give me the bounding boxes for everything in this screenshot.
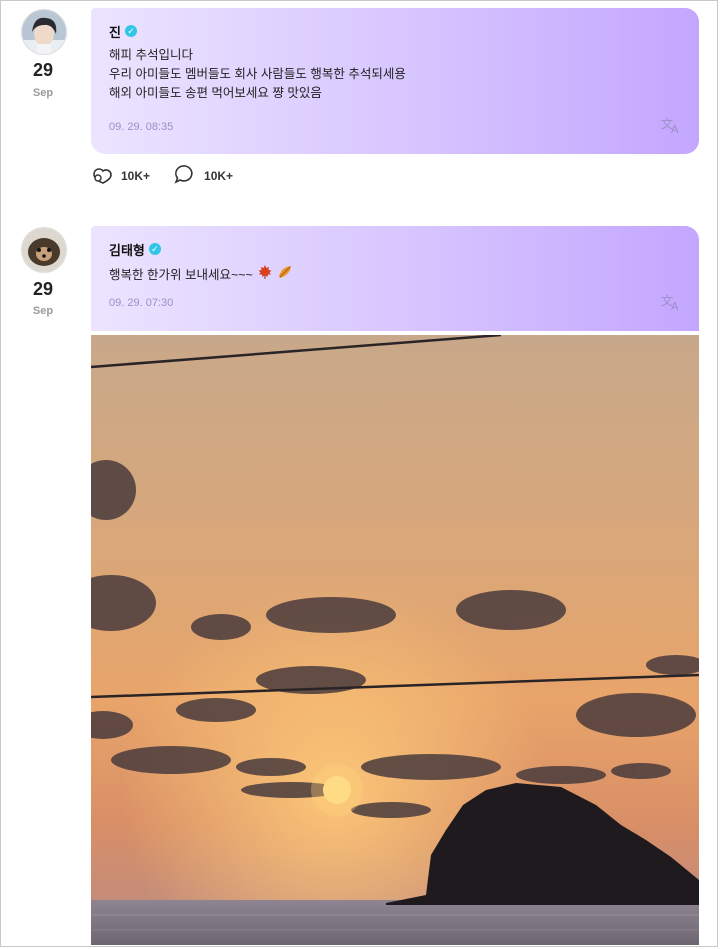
avatar[interactable]	[21, 9, 67, 55]
post-line: 해외 아미들도 송편 먹어보세요 쨩 맛있음	[109, 86, 322, 100]
post-text: 행복한 한가위 보내세요~~~	[109, 264, 681, 286]
post-line: 행복한 한가위 보내세요~~~	[109, 267, 253, 282]
verified-badge-icon: ✓	[124, 25, 137, 37]
translate-icon[interactable]: 文 A	[661, 293, 683, 314]
sunset-photo[interactable]	[91, 335, 699, 945]
date-month: Sep	[32, 305, 54, 317]
author-name[interactable]: 김태형	[109, 240, 145, 259]
fallen-leaf-icon	[277, 264, 293, 286]
like-icon	[91, 164, 113, 187]
date-day: 29	[32, 60, 54, 80]
post-text: 해피 추석입니다 우리 아미들도 멤버들도 회사 사람들도 행복한 추석되세용 …	[109, 46, 681, 103]
post-bubble[interactable]: 김태형 ✓ 행복한 한가위 보내세요~~~ 09. 29. 07:30 文 A	[91, 226, 699, 331]
post-line: 해피 추석입니다	[109, 48, 193, 62]
like-count: 10K+	[121, 168, 151, 183]
post-actions: 10K+ 10K+	[91, 164, 233, 187]
maple-leaf-icon	[257, 264, 273, 286]
translate-icon[interactable]: 文 A	[661, 116, 683, 137]
post-line: 우리 아미들도 멤버들도 회사 사람들도 행복한 추석되세용	[109, 67, 406, 81]
date-day: 29	[32, 279, 54, 299]
post-bubble[interactable]: 진 ✓ 해피 추석입니다 우리 아미들도 멤버들도 회사 사람들도 행복한 추석…	[91, 8, 699, 154]
author-name[interactable]: 진	[109, 22, 121, 41]
feed: 29 Sep 진 ✓ 해피 추석입니다 우리 아미들도 멤버들도 회사 사람들도…	[0, 0, 718, 947]
verified-badge-icon: ✓	[148, 243, 161, 255]
comment-icon	[174, 164, 196, 187]
comment-count: 10K+	[204, 168, 234, 183]
post-timestamp: 09. 29. 08:35	[109, 121, 174, 133]
svg-text:A: A	[671, 300, 679, 311]
like-button[interactable]: 10K+	[91, 164, 150, 187]
post-timestamp: 09. 29. 07:30	[109, 297, 174, 309]
date-month: Sep	[32, 87, 54, 99]
svg-text:A: A	[671, 123, 679, 134]
comment-button[interactable]: 10K+	[174, 164, 233, 187]
avatar[interactable]	[21, 227, 67, 273]
